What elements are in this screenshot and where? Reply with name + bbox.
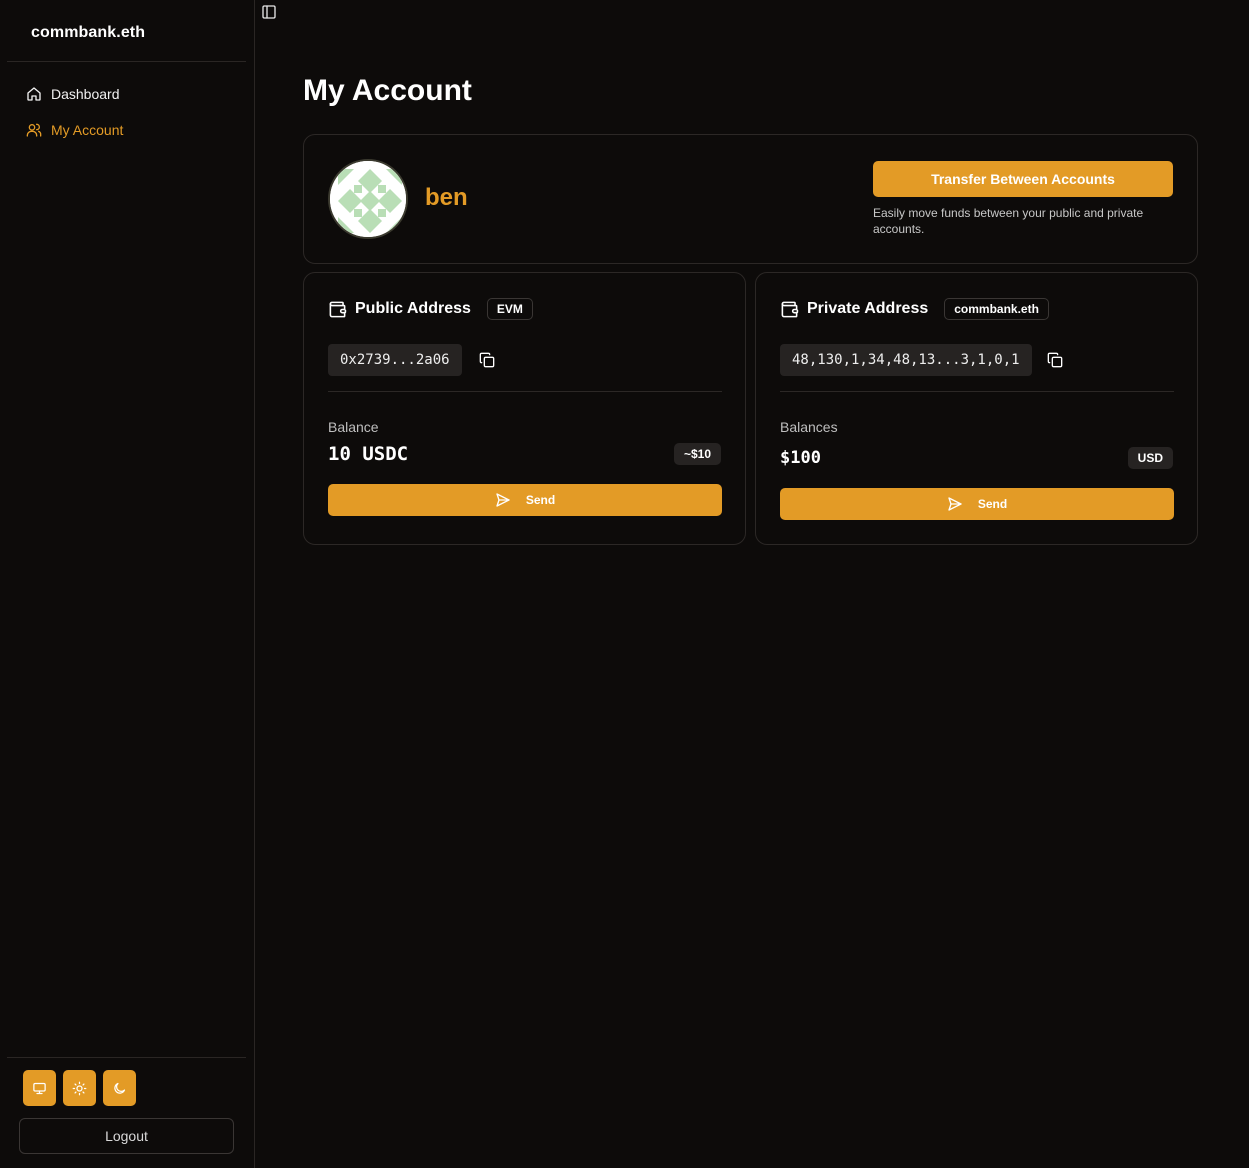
send-icon — [948, 497, 962, 511]
sidebar-item-label: My Account — [51, 122, 124, 138]
users-icon — [26, 123, 42, 137]
card-divider — [780, 391, 1174, 392]
send-label: Send — [977, 497, 1008, 511]
ens-badge: commbank.eth — [944, 298, 1049, 320]
page-title: My Account — [303, 74, 472, 107]
dark-theme-button[interactable] — [103, 1070, 136, 1106]
sidebar-toggle-icon[interactable] — [261, 4, 277, 20]
public-send-button[interactable]: Send — [328, 484, 722, 516]
logout-button[interactable]: Logout — [19, 1118, 234, 1154]
balance-usd-badge: ~$10 — [673, 443, 721, 465]
transfer-between-accounts-button[interactable]: Transfer Between Accounts — [873, 161, 1173, 197]
private-address-title: Private Address — [807, 300, 929, 317]
light-theme-button[interactable] — [63, 1070, 96, 1106]
balance-value: 10 USDC — [328, 443, 409, 465]
profile-card: ben Transfer Between Accounts Easily mov… — [303, 134, 1198, 264]
balance-label: Balances — [780, 419, 838, 435]
sidebar-divider — [7, 61, 246, 62]
private-address-value: 48,130,1,34,48,13...3,1,0,1 — [780, 344, 1032, 376]
username: ben — [425, 184, 468, 211]
balance-label: Balance — [328, 419, 379, 435]
wallet-icon — [781, 301, 799, 317]
moon-icon — [114, 1082, 126, 1094]
card-divider — [328, 391, 722, 392]
sidebar-divider — [7, 1057, 246, 1058]
send-label: Send — [525, 493, 556, 507]
private-address-card: Private Address commbank.eth 48,130,1,34… — [755, 272, 1198, 545]
monitor-icon — [33, 1082, 46, 1094]
brand-title: commbank.eth — [31, 24, 146, 41]
transfer-description: Easily move funds between your public an… — [873, 206, 1144, 236]
private-address-header: Private Address commbank.eth — [780, 297, 1049, 321]
sidebar-item-my-account[interactable]: My Account — [26, 120, 123, 140]
public-address-card: Public Address EVM 0x2739...2a06 Balance… — [303, 272, 746, 545]
identicon-image — [330, 161, 406, 237]
copy-icon[interactable] — [1047, 352, 1063, 368]
balance-value: $100 — [780, 448, 821, 468]
public-address-title: Public Address — [355, 300, 471, 317]
public-address-header: Public Address EVM — [328, 297, 533, 321]
public-address-value: 0x2739...2a06 — [328, 344, 462, 376]
sidebar-item-label: Dashboard — [51, 86, 120, 102]
sidebar: commbank.eth Dashboard My Account Logout — [0, 0, 255, 1168]
copy-icon[interactable] — [479, 352, 495, 368]
wallet-icon — [329, 301, 347, 317]
network-badge: EVM — [486, 298, 533, 320]
home-icon — [27, 87, 41, 101]
private-send-button[interactable]: Send — [780, 488, 1174, 520]
sun-icon — [72, 1081, 87, 1095]
avatar — [328, 159, 408, 239]
system-theme-button[interactable] — [23, 1070, 56, 1106]
currency-badge: USD — [1127, 447, 1173, 469]
sidebar-item-dashboard[interactable]: Dashboard — [26, 84, 120, 104]
send-icon — [496, 493, 510, 507]
